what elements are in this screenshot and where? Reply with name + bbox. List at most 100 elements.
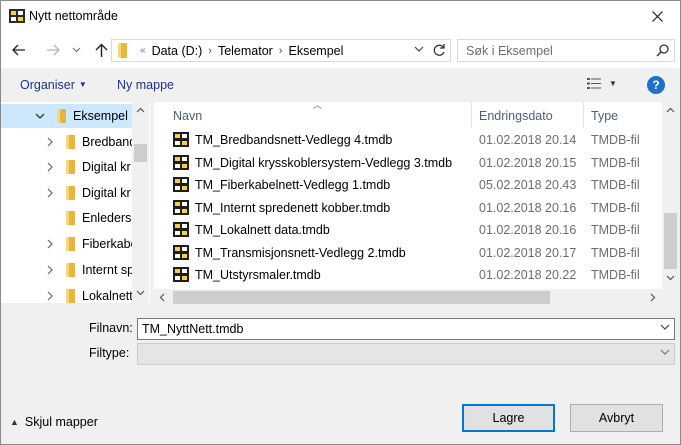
tmdb-file-icon — [173, 200, 189, 215]
file-row[interactable]: TM_Transmisjonsnett-Vedlegg 2.tmdb 01.02… — [154, 242, 667, 264]
file-row[interactable]: TM_Internt spredenett kobber.tmdb 01.02.… — [154, 197, 667, 219]
chevron-right-icon[interactable] — [44, 264, 56, 276]
command-bar: Organiser ▼ Ny mappe ▼ ? — [1, 68, 680, 102]
file-date: 01.02.2018 20.16 — [479, 201, 577, 215]
tmdb-file-icon — [173, 222, 189, 237]
file-type: TMDB-fil — [591, 156, 640, 170]
cancel-button[interactable]: Avbryt — [570, 404, 663, 432]
breadcrumb-item-eksempel[interactable]: Eksempel — [289, 44, 344, 58]
navigation-bar: « Data (D:) › Telemator › Eksempel Søk i… — [1, 32, 680, 68]
tree-item-label: Internt sp — [82, 263, 132, 277]
chevron-right-icon[interactable] — [44, 238, 56, 250]
file-row[interactable]: TM_Lokalnett data.tmdb 01.02.2018 20.16 … — [154, 219, 667, 241]
scroll-left-icon[interactable] — [159, 293, 165, 302]
column-divider[interactable] — [583, 102, 584, 128]
help-icon[interactable]: ? — [647, 76, 665, 94]
file-row[interactable]: TM_Bredbandsnett-Vedlegg 4.tmdb 01.02.20… — [154, 129, 667, 151]
file-list-vertical-scrollbar[interactable] — [662, 102, 679, 289]
tree-item-label: Eksempel — [73, 109, 128, 123]
tree-item-label: Enlederss — [82, 211, 132, 225]
breadcrumb-overflow-icon[interactable]: « — [140, 45, 146, 56]
tree-item-digital-2[interactable]: Digital kr — [1, 181, 132, 205]
tree-item-fiberkabel[interactable]: Fiberkabe — [1, 232, 132, 256]
organize-menu-button[interactable]: Organiser ▼ — [20, 78, 87, 92]
filetype-select[interactable] — [137, 343, 675, 365]
folder-icon — [66, 135, 75, 149]
scroll-up-icon[interactable] — [666, 107, 675, 113]
scroll-down-icon[interactable] — [136, 290, 145, 296]
search-input[interactable]: Søk i Eksempel — [457, 39, 675, 62]
file-name: TM_Lokalnett data.tmdb — [195, 223, 330, 237]
cancel-label: Avbryt — [598, 411, 635, 425]
address-bar[interactable]: « Data (D:) › Telemator › Eksempel — [111, 39, 451, 62]
filetype-label: Filtype: — [89, 346, 130, 360]
tree-item-label: Lokalnett — [82, 289, 132, 303]
search-icon[interactable] — [656, 44, 669, 57]
refresh-icon[interactable] — [432, 43, 446, 58]
sort-ascending-icon: ︿ — [313, 102, 323, 110]
caret-down-icon: ▼ — [78, 80, 87, 89]
tree-vertical-scrollbar[interactable] — [132, 102, 149, 303]
file-date: 01.02.2018 20.22 — [479, 268, 577, 282]
chevron-down-icon[interactable] — [414, 46, 424, 52]
file-list-scroll-thumb[interactable] — [664, 213, 677, 269]
tree-item-enleders[interactable]: Enlederss — [1, 206, 132, 230]
file-row[interactable]: TM_Fiberkabelnett-Vedlegg 1.tmdb 05.02.2… — [154, 174, 667, 196]
tree-item-eksempel[interactable]: Eksempel — [1, 104, 132, 128]
view-options-button[interactable]: ▼ — [587, 78, 617, 89]
folder-icon — [66, 263, 75, 277]
tmdb-file-icon — [173, 267, 189, 282]
chevron-down-icon[interactable] — [660, 349, 670, 355]
back-button[interactable] — [10, 41, 28, 59]
chevron-right-icon[interactable] — [44, 290, 56, 302]
chevron-right-icon[interactable] — [44, 187, 56, 199]
filename-field[interactable]: TM_NyttNett.tmdb — [137, 318, 675, 340]
recent-locations-button[interactable] — [67, 41, 85, 59]
new-folder-button[interactable]: Ny mappe — [117, 78, 174, 92]
file-row[interactable]: TM_Digital krysskoblersystem-Vedlegg 3.t… — [154, 152, 667, 174]
file-list: ︿ Navn Endringsdato Type TM_Bredbandsnet… — [154, 102, 667, 289]
tree-item-lokalnett[interactable]: Lokalnett — [1, 284, 132, 303]
file-date: 01.02.2018 20.16 — [479, 223, 577, 237]
forward-button[interactable] — [44, 41, 62, 59]
file-name: TM_Digital krysskoblersystem-Vedlegg 3.t… — [195, 156, 453, 170]
file-name: TM_Transmisjonsnett-Vedlegg 2.tmdb — [195, 246, 406, 260]
tree-item-label: Fiberkabe — [82, 237, 132, 251]
tree-item-label: Bredband — [82, 135, 132, 149]
save-button[interactable]: Lagre — [462, 404, 555, 432]
file-row[interactable]: TM_Utstyrsmaler.tmdb 01.02.2018 20.22 TM… — [154, 264, 667, 286]
save-label: Lagre — [492, 411, 525, 425]
file-name: TM_Fiberkabelnett-Vedlegg 1.tmdb — [195, 178, 391, 192]
back-arrow-icon — [12, 44, 25, 56]
filename-value[interactable]: TM_NyttNett.tmdb — [142, 322, 243, 336]
tree-item-label: Digital kr — [82, 186, 131, 200]
file-name: TM_Bredbandsnett-Vedlegg 4.tmdb — [195, 133, 393, 147]
folder-icon — [66, 237, 75, 251]
chevron-right-icon[interactable] — [44, 161, 56, 173]
file-list-horizontal-scrollbar[interactable] — [154, 289, 679, 306]
tree-item-internt[interactable]: Internt sp — [1, 258, 132, 282]
breadcrumb-separator-icon[interactable]: › — [208, 45, 212, 57]
chevron-down-icon[interactable] — [660, 324, 670, 330]
scroll-right-icon[interactable] — [650, 293, 656, 302]
close-button[interactable] — [634, 1, 680, 32]
up-folder-button[interactable] — [92, 41, 110, 59]
breadcrumb-separator-icon[interactable]: › — [279, 45, 283, 57]
chevron-down-icon[interactable] — [34, 110, 46, 122]
breadcrumb-item-telemator[interactable]: Telemator — [218, 44, 273, 58]
scroll-up-icon[interactable] — [136, 107, 145, 113]
search-placeholder: Søk i Eksempel — [466, 44, 553, 58]
navigation-pane: Eksempel Bredband Digital kr Digital kr … — [1, 102, 150, 303]
folder-icon — [66, 186, 75, 200]
breadcrumb-item-drive[interactable]: Data (D:) — [152, 44, 203, 58]
save-dialog: Nytt nettområde « Data (D:) › Telemator … — [0, 0, 681, 445]
caret-down-icon: ▼ — [609, 79, 617, 88]
horizontal-scroll-thumb[interactable] — [173, 291, 550, 304]
chevron-right-icon[interactable] — [44, 136, 56, 148]
tree-scroll-thumb[interactable] — [134, 144, 147, 162]
hide-folders-button[interactable]: ▲ Skjul mapper — [10, 415, 98, 429]
tree-item-digital-1[interactable]: Digital kr — [1, 155, 132, 179]
column-divider[interactable] — [471, 102, 472, 128]
tree-item-bredband[interactable]: Bredband — [1, 130, 132, 154]
scroll-down-icon[interactable] — [666, 275, 675, 281]
